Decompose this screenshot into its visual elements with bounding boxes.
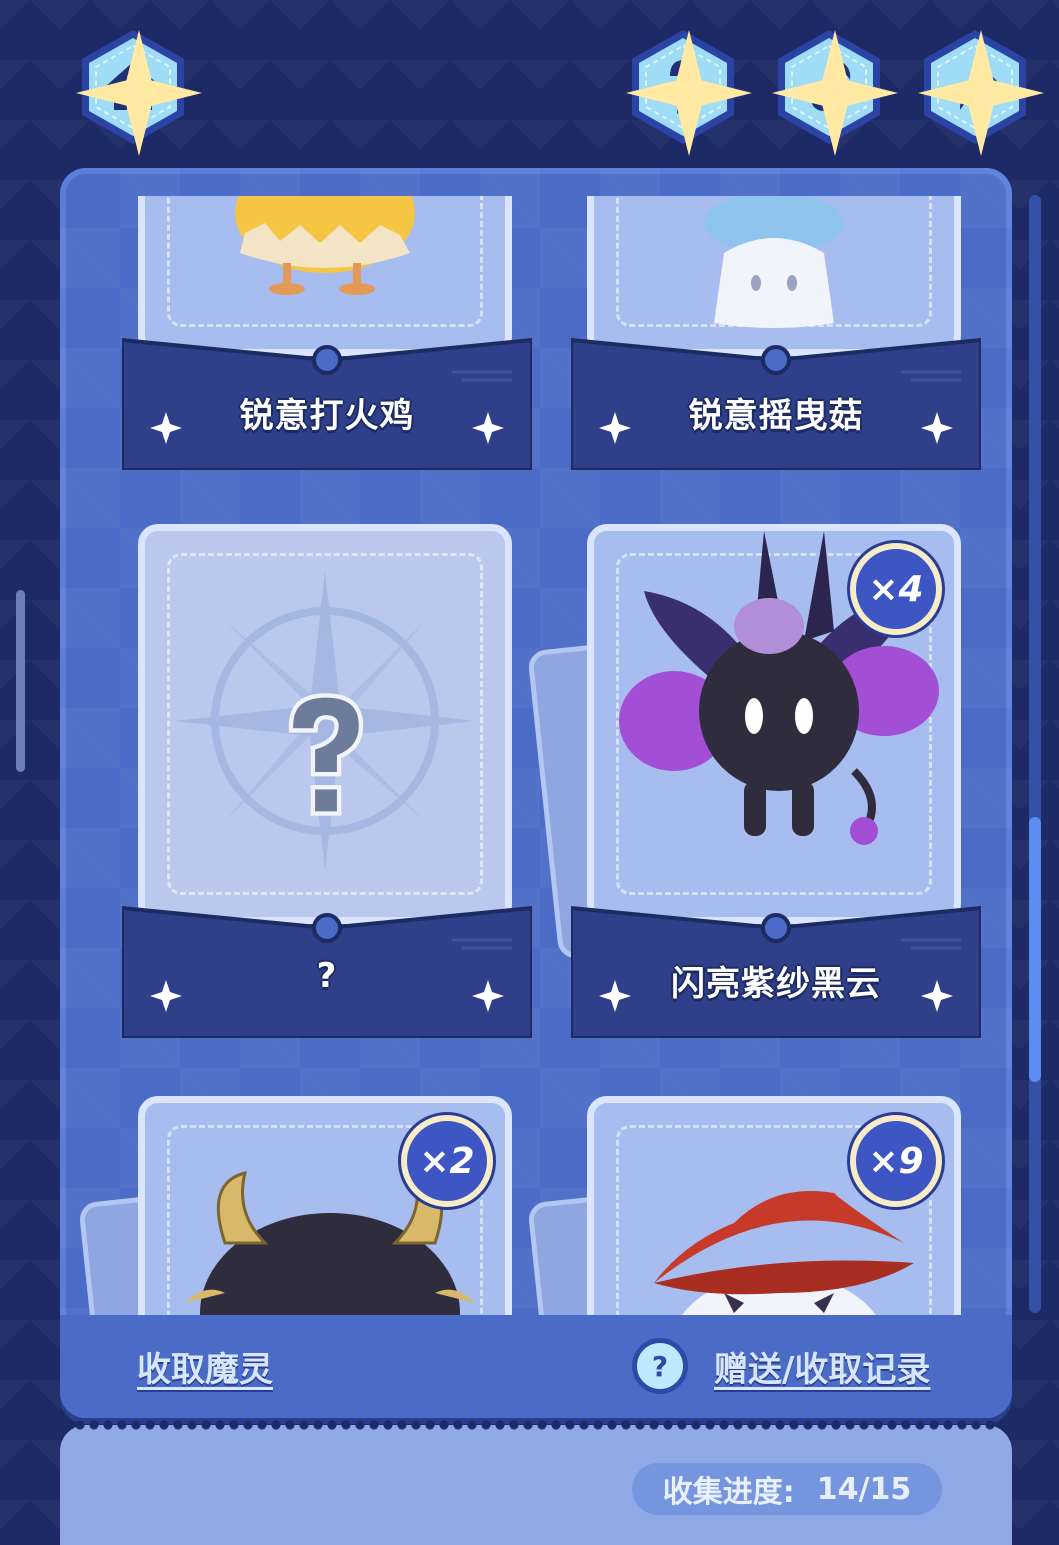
scrollbar-thumb[interactable]	[1029, 817, 1041, 1082]
music-button[interactable]	[766, 24, 898, 156]
home-button[interactable]	[70, 24, 202, 156]
fire-chick-icon	[235, 196, 415, 295]
card-name: 闪亮紫纱黑云	[671, 964, 881, 1004]
side-handle[interactable]	[16, 590, 25, 772]
count-badge: ×9	[850, 1115, 942, 1207]
ghost-mushroom-icon	[704, 196, 844, 328]
card-name: ?	[316, 956, 338, 996]
help-button[interactable]	[620, 24, 752, 156]
share-button[interactable]	[912, 24, 1044, 156]
card-grid[interactable]: 锐意打火鸡 锐意摇曳菇 ? ×4 闪亮紫纱黑云 ×2 ×9	[60, 196, 1012, 1316]
collect-spirits-link[interactable]: 收取魔灵	[137, 1342, 273, 1391]
collection-panel: 锐意打火鸡 锐意摇曳菇 ? ×4 闪亮紫纱黑云 ×2 ×9	[60, 168, 1012, 1418]
question-icon: ?	[651, 1349, 669, 1383]
locked-question-icon	[288, 693, 364, 816]
collection-card[interactable]: 锐意摇曳菇	[571, 196, 981, 476]
card-name: 锐意摇曳菇	[688, 396, 864, 436]
progress-label: 收集进度:	[662, 1475, 795, 1510]
progress-value: 14/15	[816, 1471, 912, 1507]
card-name: 锐意打火鸡	[239, 396, 415, 436]
collection-card[interactable]: 锐意打火鸡	[122, 196, 532, 476]
sparkle-icon	[772, 30, 898, 156]
collection-card[interactable]: ×2	[78, 1096, 532, 1316]
sparkle-icon	[918, 30, 1044, 156]
collection-card-locked[interactable]: ?	[122, 524, 532, 1044]
perforation-edge	[60, 1419, 1012, 1431]
history-help-button[interactable]: ?	[632, 1338, 688, 1394]
collection-card[interactable]: ×4 闪亮紫纱黑云	[527, 524, 981, 1044]
sparkle-icon	[626, 30, 752, 156]
count-badge: ×2	[401, 1115, 493, 1207]
collection-progress: 收集进度: 14/15	[632, 1463, 942, 1515]
gift-history-link[interactable]: 赠送/收取记录	[714, 1342, 930, 1391]
sparkle-icon	[76, 30, 202, 156]
collection-card[interactable]: ×9	[527, 1096, 981, 1316]
scrollbar[interactable]	[1029, 195, 1041, 1313]
count-badge: ×4	[850, 543, 942, 635]
